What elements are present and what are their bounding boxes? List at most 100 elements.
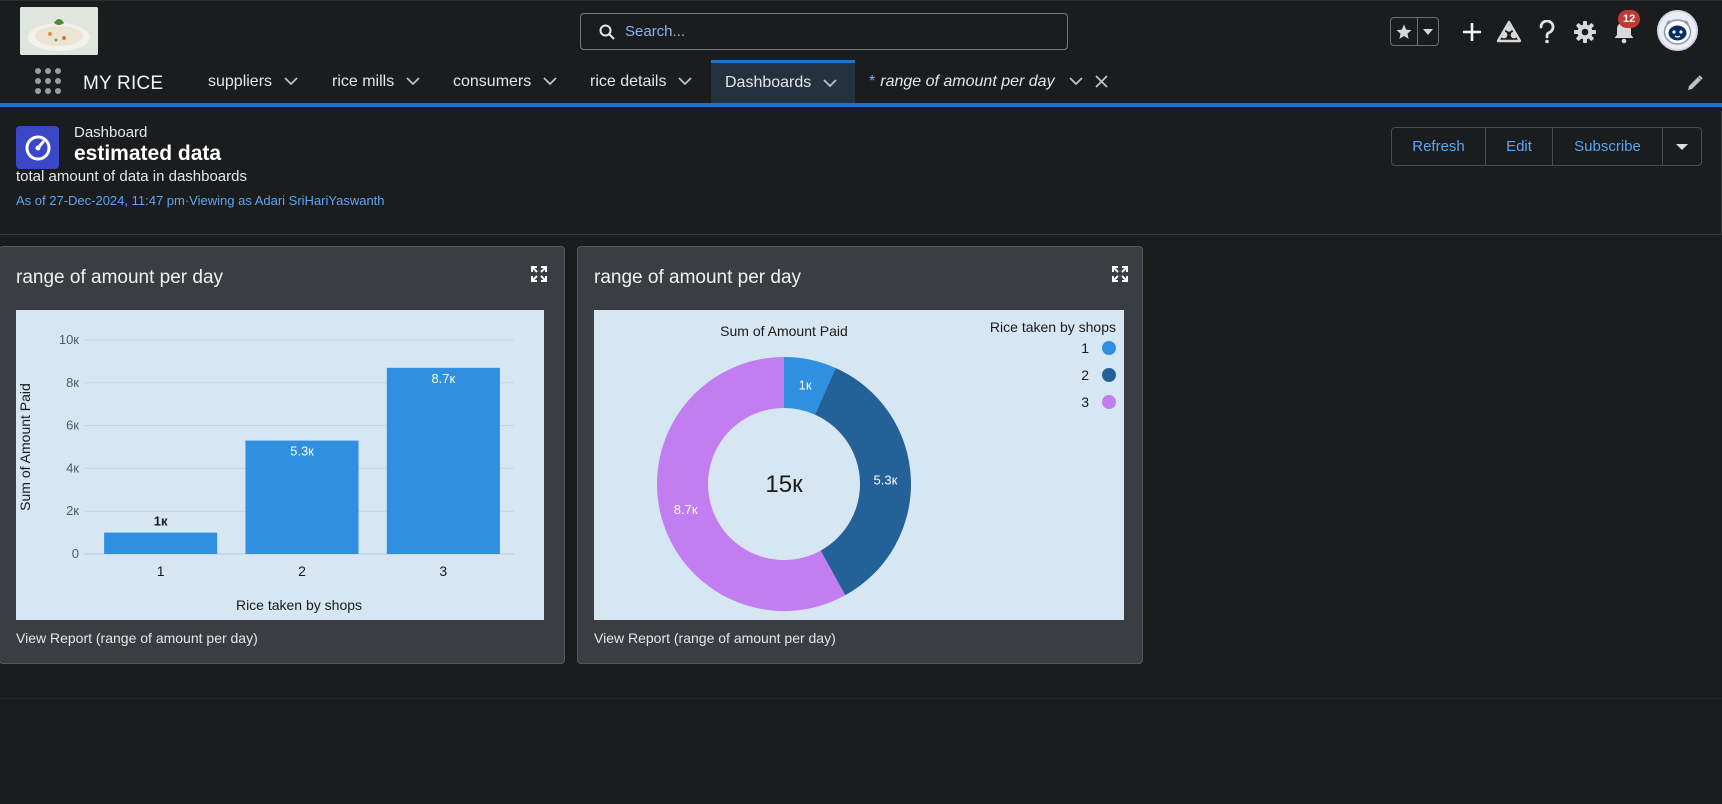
dashboard-component-bar: range of amount per day 0 2к 4к 6к 8к 10к 1к 1 5… bbox=[0, 246, 565, 664]
nav-item-label: Dashboards bbox=[725, 74, 812, 91]
trailhead-button[interactable] bbox=[1494, 17, 1524, 47]
chart-title: Sum of Amount Paid bbox=[720, 323, 848, 339]
legend-title: Rice taken by shops bbox=[990, 319, 1116, 335]
dashboard-header: Dashboard estimated data total amount of… bbox=[0, 111, 1722, 235]
bar-chart-area: 0 2к 4к 6к 8к 10к 1к 1 5.3к 2 8.7к 3 Rice taken by s… bbox=[16, 310, 544, 620]
dashboard-actions: Refresh Edit Subscribe bbox=[1391, 127, 1702, 166]
slice-data-label: 1к bbox=[799, 378, 812, 393]
user-avatar[interactable] bbox=[1657, 10, 1698, 51]
app-name: MY RICE bbox=[83, 73, 164, 94]
global-actions-button[interactable] bbox=[1457, 17, 1487, 47]
edit-nav-pencil-icon[interactable] bbox=[1686, 74, 1704, 92]
x-axis-label: Rice taken by shops bbox=[236, 597, 362, 613]
legend-swatch bbox=[1102, 368, 1116, 382]
global-search-input[interactable]: Search... bbox=[580, 13, 1068, 50]
gear-icon bbox=[1574, 21, 1596, 43]
close-tab-icon[interactable] bbox=[1094, 75, 1108, 88]
y-tick-label: 6к bbox=[66, 418, 79, 433]
bar bbox=[386, 367, 500, 554]
component-title: range of amount per day bbox=[594, 267, 802, 288]
more-actions-button[interactable] bbox=[1663, 128, 1701, 165]
edit-button[interactable]: Edit bbox=[1486, 128, 1553, 165]
legend-label: 1 bbox=[1081, 340, 1089, 356]
dashboard-component-donut: range of amount per day 1к 5.3к 8.7к 15к Sum… bbox=[577, 246, 1143, 664]
favorites-group bbox=[1390, 17, 1439, 46]
nav-item-dashboards[interactable]: Dashboards bbox=[711, 60, 855, 103]
bar bbox=[104, 532, 218, 554]
y-tick-label: 10к bbox=[59, 332, 79, 347]
x-tick-label: 1 bbox=[157, 563, 165, 579]
nav-item-rice-mills[interactable]: rice mills bbox=[332, 60, 420, 103]
nav-item-label: range of amount per day bbox=[880, 72, 1055, 90]
x-tick-label: 3 bbox=[439, 563, 447, 579]
question-icon bbox=[1539, 20, 1555, 44]
nav-item-rice-details[interactable]: rice details bbox=[590, 60, 693, 103]
x-tick-label: 2 bbox=[298, 563, 306, 579]
nav-item-label: consumers bbox=[453, 72, 532, 90]
y-tick-label: 4к bbox=[66, 460, 79, 475]
gauge-icon bbox=[25, 135, 50, 160]
legend-label: 2 bbox=[1081, 367, 1089, 383]
nav-item-suppliers[interactable]: suppliers bbox=[208, 60, 298, 103]
donut-chart-area: 1к 5.3к 8.7к 15к Sum of Amount Paid Rice take… bbox=[594, 310, 1124, 620]
bar-data-label: 5.3к bbox=[290, 444, 314, 459]
nav-item-consumers[interactable]: consumers bbox=[453, 60, 557, 103]
nav-item-label: suppliers bbox=[208, 72, 273, 90]
search-icon bbox=[599, 24, 615, 40]
trailhead-icon bbox=[1496, 20, 1522, 43]
donut-chart[interactable]: 1к 5.3к 8.7к 15к Sum of Amount Paid Rice take… bbox=[594, 310, 1124, 620]
view-report-link[interactable]: View Report (range of amount per day) bbox=[594, 630, 836, 646]
global-header: Search... 12 bbox=[0, 0, 1722, 60]
page-divider bbox=[0, 698, 1722, 699]
nav-item-label: rice details bbox=[590, 72, 667, 90]
y-tick-label: 2к bbox=[66, 503, 79, 518]
astro-avatar-icon bbox=[1659, 12, 1696, 49]
caret-down-icon bbox=[1423, 28, 1434, 35]
bar-data-label: 1к bbox=[154, 514, 168, 529]
star-icon bbox=[1396, 24, 1412, 39]
subscribe-button[interactable]: Subscribe bbox=[1553, 128, 1663, 165]
favorites-dropdown-button[interactable] bbox=[1418, 18, 1438, 45]
y-tick-label: 8к bbox=[66, 375, 79, 390]
app-logo[interactable] bbox=[20, 7, 98, 55]
slice-data-label: 8.7к bbox=[674, 502, 698, 517]
dashboard-type-label: Dashboard bbox=[74, 124, 148, 141]
legend-label: 3 bbox=[1081, 394, 1089, 410]
app-launcher-icon[interactable] bbox=[35, 68, 61, 94]
favorites-button[interactable] bbox=[1391, 18, 1419, 45]
dashboard-as-of-text: As of 27-Dec-2024, 11:47 pm·Viewing as A… bbox=[16, 193, 385, 208]
chevron-down-icon[interactable] bbox=[1068, 77, 1083, 86]
bar-chart[interactable]: 0 2к 4к 6к 8к 10к 1к 1 5.3к 2 8.7к 3 Rice taken by s… bbox=[16, 310, 544, 620]
nav-tab-range-of-amount-per-day[interactable]: * range of amount per day bbox=[869, 60, 1108, 103]
component-title: range of amount per day bbox=[16, 267, 224, 288]
unsaved-marker: * bbox=[869, 72, 876, 90]
expand-icon[interactable] bbox=[1112, 266, 1128, 282]
y-axis-label: Sum of Amount Paid bbox=[17, 383, 33, 511]
plus-icon bbox=[1463, 23, 1481, 41]
dashboard-icon bbox=[16, 126, 59, 169]
legend-swatch bbox=[1102, 341, 1116, 355]
rice-dish-image bbox=[20, 7, 98, 55]
legend-swatch bbox=[1102, 395, 1116, 409]
search-placeholder: Search... bbox=[625, 23, 686, 40]
chevron-down-icon[interactable] bbox=[823, 78, 837, 88]
refresh-button[interactable]: Refresh bbox=[1392, 128, 1486, 165]
y-tick-label: 0 bbox=[72, 546, 79, 561]
bar-data-label: 8.7к bbox=[431, 371, 455, 386]
caret-down-icon bbox=[1676, 143, 1688, 150]
help-button[interactable] bbox=[1532, 17, 1562, 47]
donut-center-total: 15к bbox=[765, 471, 803, 498]
dashboard-title: estimated data bbox=[74, 142, 222, 165]
chevron-down-icon[interactable] bbox=[678, 77, 693, 86]
chevron-down-icon[interactable] bbox=[284, 77, 298, 86]
dashboard-description: total amount of data in dashboards bbox=[16, 168, 247, 185]
setup-button[interactable] bbox=[1570, 17, 1600, 47]
notification-count-badge: 12 bbox=[1618, 10, 1641, 28]
chevron-down-icon[interactable] bbox=[406, 77, 420, 86]
slice-data-label: 5.3к bbox=[874, 473, 898, 488]
nav-item-label: rice mills bbox=[332, 72, 395, 90]
view-report-link[interactable]: View Report (range of amount per day) bbox=[16, 630, 258, 646]
expand-icon[interactable] bbox=[531, 266, 547, 282]
chevron-down-icon[interactable] bbox=[543, 77, 557, 86]
app-navigation-bar: MY RICE suppliers rice mills consumers r… bbox=[0, 60, 1722, 107]
